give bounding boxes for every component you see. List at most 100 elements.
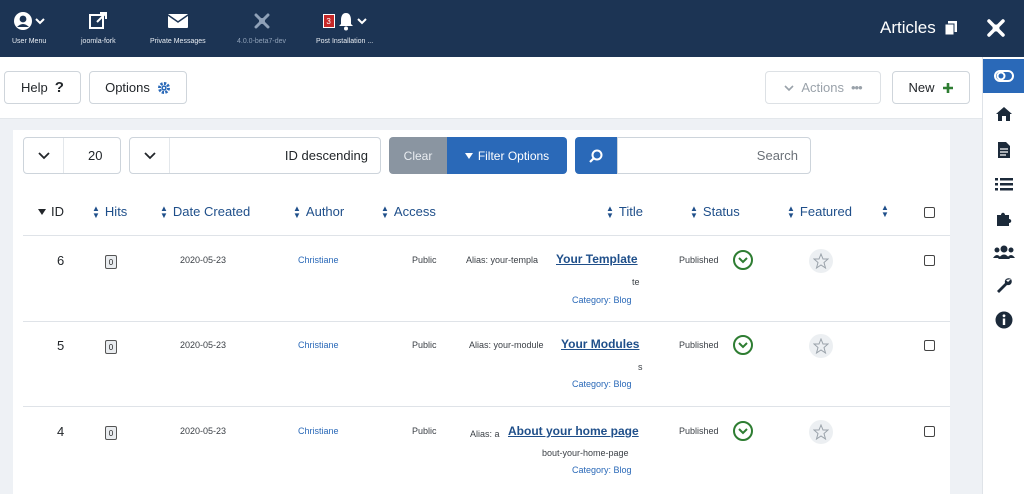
author-link[interactable]: Christiane [298,426,339,436]
admin-sidebar [982,57,1024,494]
featured-toggle[interactable] [809,420,833,444]
private-messages[interactable]: Private Messages [150,8,206,45]
joomla-logo[interactable] [985,17,1007,44]
article-title-link[interactable]: Your Modules [561,337,639,351]
alias-text: Alias: your-module [469,340,544,350]
clear-button[interactable]: Clear [389,137,447,174]
header-access-label: Access [393,204,436,219]
date-created: 2020-05-23 [180,426,227,436]
user-menu[interactable]: User Menu [12,8,46,45]
search-button[interactable] [575,137,617,174]
search-icon [589,149,603,163]
page-title: Articles [880,18,958,38]
articles-panel [13,130,950,494]
actions-dropdown[interactable]: Actions ••• [765,71,881,104]
row-checkbox[interactable] [924,340,935,351]
column-header-featured[interactable]: ▲ ▼ Featured [787,204,852,219]
column-header-hits[interactable]: ▲ ▼ Hits [92,204,127,219]
sidebar-item-menus[interactable] [983,167,1024,201]
options-button[interactable]: Options [89,71,187,104]
date-created: 2020-05-23 [180,340,227,350]
alias-text-cont: bout-your-home-page [542,448,629,458]
new-button[interactable]: New [892,71,970,104]
post-installation-messages[interactable]: 3 Post Installation ... [316,8,373,45]
access-level: Public [412,426,437,436]
star-icon [813,424,829,440]
sidebar-item-home[interactable] [983,97,1024,131]
column-header-ordering[interactable]: ▲ ▼ [881,203,889,219]
author-link[interactable]: Christiane [298,340,339,350]
column-header-title[interactable]: ▲ ▼ Title [606,204,643,219]
sidebar-item-toggle-menu[interactable] [983,59,1024,93]
category-link[interactable]: Category: Blog [572,379,632,389]
article-title-link[interactable]: About your home page [508,424,639,438]
row-id: 4 [57,424,65,439]
author-link[interactable]: Christiane [298,255,339,265]
alias-text: Alias: a [470,429,500,439]
top-header: User Menu joomla-fork Private Messages 4… [0,0,1024,57]
featured-toggle[interactable] [809,249,833,273]
article-title-link[interactable]: Your Template [556,252,638,266]
published-status-toggle[interactable] [733,250,753,270]
info-icon [995,311,1013,329]
private-messages-label: Private Messages [150,38,206,45]
version-info[interactable]: 4.0.0-beta7-dev [237,8,286,45]
search-input[interactable]: Search [617,137,811,174]
filter-options-button[interactable]: Filter Options [447,137,567,174]
alias-text: Alias: your-templa [466,255,539,265]
sidebar-item-components[interactable] [983,201,1024,235]
category-text: Category: Blog [572,379,632,389]
wrench-icon [997,278,1012,293]
home-icon [996,107,1012,121]
external-link-icon [89,12,108,29]
ordering-select[interactable]: ID descending [129,137,381,174]
sidebar-item-system[interactable] [983,269,1024,303]
clear-button-label: Clear [403,148,433,163]
sidebar-item-help-info[interactable] [983,303,1024,337]
check-icon [738,257,748,264]
hits-badge: 0 [105,255,117,269]
row-checkbox[interactable] [924,426,935,437]
published-status-toggle[interactable] [733,335,753,355]
sort-icon: ▲ ▼ [92,203,100,220]
column-header-date-created[interactable]: ▲ ▼ Date Created [160,204,250,219]
category-link[interactable]: Category: Blog [572,295,632,305]
question-icon: ? [54,79,64,96]
alias-text-cont: s [638,362,643,372]
site-link[interactable]: joomla-fork [81,8,116,45]
access-level: Public [412,340,437,350]
caret-down-icon [464,152,473,159]
header-date-label: Date Created [172,204,251,219]
published-status-toggle[interactable] [733,421,753,441]
list-limit-select[interactable]: 20 [23,137,121,174]
sort-icon: ▲ ▼ [381,203,389,220]
copy-icon [944,21,957,36]
user-icon [14,12,33,30]
featured-toggle[interactable] [809,334,833,358]
chevron-down-icon [784,84,794,91]
column-header-author[interactable]: ▲ ▼ Author [293,204,344,219]
puzzle-icon [997,212,1012,226]
row-checkbox[interactable] [924,255,935,266]
file-icon [998,142,1010,158]
category-text: Category: Blog [572,295,632,305]
row-id: 5 [57,338,65,353]
help-button[interactable]: Help ? [4,71,81,104]
chevron-down-icon [35,18,45,25]
column-header-access[interactable]: ▲ ▼ Access [381,204,436,219]
column-header-status[interactable]: ▲ ▼ Status [690,204,740,219]
date-created: 2020-05-23 [180,255,227,265]
filter-options-label: Filter Options [477,148,550,163]
sidebar-item-content[interactable] [983,133,1024,167]
access-level: Public [412,255,437,265]
category-link[interactable]: Category: Blog [572,465,632,475]
status-label: Published [679,255,719,265]
sort-icon: ▲ ▼ [881,203,889,219]
header-divider [23,235,950,236]
select-all-checkbox[interactable] [924,207,935,218]
page-title-text: Articles [880,18,936,37]
sidebar-item-users[interactable] [983,235,1024,269]
header-featured-label: Featured [799,204,852,219]
column-header-id[interactable]: ID [38,204,64,219]
version-label: 4.0.0-beta7-dev [237,38,287,45]
